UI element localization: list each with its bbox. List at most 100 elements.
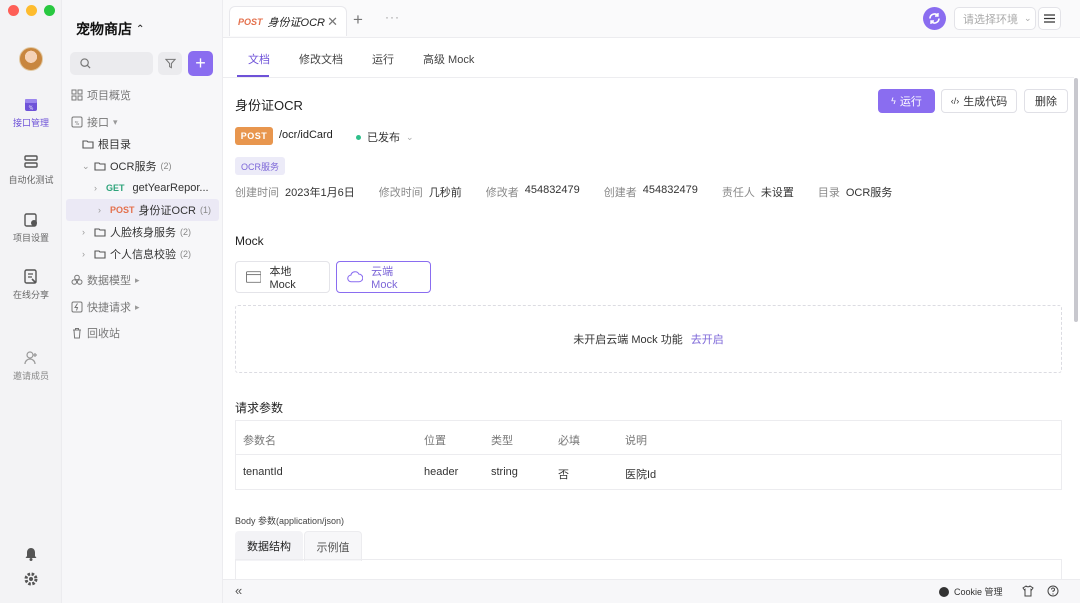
add-user-icon bbox=[24, 351, 37, 365]
tab-edit-docs[interactable]: 修改文档 bbox=[299, 51, 343, 67]
rail-item-automation[interactable]: 自动化测试 bbox=[0, 154, 62, 186]
settings-doc-icon bbox=[24, 213, 37, 227]
tree-item-id-card-ocr[interactable]: › POST 身份证OCR (1) bbox=[66, 199, 219, 221]
mock-section-title: Mock bbox=[235, 234, 264, 248]
bell-icon[interactable] bbox=[23, 546, 39, 562]
generate-code-button[interactable]: ‹/› 生成代码 bbox=[941, 89, 1017, 113]
maximize-window-button[interactable] bbox=[44, 5, 55, 16]
status-select[interactable]: 已发布 ⌄ bbox=[356, 129, 414, 145]
rail-item-label: 项目设置 bbox=[12, 233, 49, 243]
project-switcher[interactable]: 宠物商店 ⌃ bbox=[76, 19, 144, 39]
main-content: 文档 修改文档 运行 高级 Mock 身份证OCR ϟ 运行 ‹/› 生成代码 … bbox=[223, 38, 1074, 579]
tree-item-get-year-report[interactable]: › GET getYearRepor... bbox=[62, 177, 223, 199]
rail-item-label: 在线分享 bbox=[12, 290, 49, 300]
tab-run[interactable]: 运行 bbox=[372, 51, 394, 67]
close-window-button[interactable] bbox=[8, 5, 19, 16]
tree-item-label: 根目录 bbox=[98, 139, 131, 151]
cloud-mock-notice: 未开启云端 Mock 功能 去开启 bbox=[235, 305, 1062, 373]
cubes-icon bbox=[71, 274, 83, 285]
tree-item-count: (1) bbox=[199, 205, 211, 215]
meta-value[interactable]: 未设置 bbox=[761, 184, 794, 200]
tree-item-trash[interactable]: 回收站 bbox=[62, 322, 223, 344]
local-mock-button[interactable]: 本地 Mock bbox=[235, 261, 330, 293]
close-icon[interactable]: ✕ bbox=[327, 14, 338, 30]
tab-id-card-ocr[interactable]: POST 身份证OCR ✕ bbox=[229, 6, 347, 36]
chevron-down-icon: ⌄ bbox=[82, 160, 90, 171]
tree-item-label: 快捷请求 bbox=[87, 302, 131, 314]
meta-value: 2023年1月6日 bbox=[285, 187, 355, 199]
meta-row: 创建时间 2023年1月6日 修改时间 几秒前 修改者 454832479 创建者 45… bbox=[235, 184, 916, 200]
params-table: 参数名 位置 类型 必填 说明 tenantId header string 否… bbox=[235, 420, 1062, 490]
rail-item-invite-members[interactable]: 邀请成员 bbox=[0, 350, 62, 382]
avatar[interactable] bbox=[19, 47, 43, 71]
cookie-icon bbox=[939, 586, 949, 597]
tree-folder-personal-info[interactable]: › 个人信息校验 (2) bbox=[62, 243, 223, 265]
status-bar: « Cookie 管理 bbox=[223, 579, 1080, 603]
menu-button[interactable] bbox=[1038, 7, 1061, 30]
tab-example-value[interactable]: 示例值 bbox=[304, 531, 362, 561]
table-cell: header bbox=[424, 466, 459, 478]
help-icon[interactable] bbox=[1047, 585, 1059, 597]
active-tab-indicator bbox=[237, 75, 269, 77]
run-button[interactable]: ϟ 运行 bbox=[878, 89, 935, 113]
cookie-manager-button[interactable]: Cookie 管理 bbox=[939, 585, 1003, 598]
code-icon: ‹/› bbox=[950, 96, 960, 106]
method-label: POST bbox=[110, 205, 135, 215]
tree-item-count: (2) bbox=[180, 249, 191, 259]
api-icon: % bbox=[71, 116, 83, 128]
tree-folder-face-verify[interactable]: › 人脸核身服务 (2) bbox=[62, 221, 223, 243]
tree-item-quick-requests[interactable]: 快捷请求 ▸ bbox=[62, 296, 223, 318]
sync-button[interactable] bbox=[923, 7, 946, 30]
tab-data-structure[interactable]: 数据结构 bbox=[235, 531, 303, 561]
shirt-icon[interactable] bbox=[1022, 585, 1034, 597]
tree-item-label: 回收站 bbox=[87, 328, 120, 340]
add-button[interactable]: + bbox=[188, 51, 213, 76]
scrollbar[interactable] bbox=[1074, 78, 1078, 322]
chevron-right-icon: › bbox=[82, 227, 85, 237]
delete-button[interactable]: 删除 bbox=[1024, 89, 1068, 113]
grid-icon bbox=[71, 89, 83, 101]
folder-tag[interactable]: OCR服务 bbox=[235, 157, 285, 175]
tree-search-input[interactable] bbox=[70, 52, 153, 75]
project-title: 宠物商店 bbox=[76, 21, 132, 37]
refresh-icon bbox=[929, 13, 940, 24]
rail-item-project-settings[interactable]: 项目设置 bbox=[0, 212, 62, 244]
chevron-right-icon: › bbox=[82, 249, 85, 259]
tree-item-count: (2) bbox=[180, 227, 191, 237]
run-button-label: 运行 bbox=[899, 96, 922, 108]
tree-folder-ocr[interactable]: ⌄ OCR服务 (2) bbox=[62, 155, 223, 177]
caret-right-icon: ▸ bbox=[135, 274, 140, 285]
minimize-window-button[interactable] bbox=[26, 5, 37, 16]
tab-title: 身份证OCR bbox=[267, 16, 325, 29]
rail-item-label: 邀请成员 bbox=[12, 371, 49, 381]
caret-down-icon: ▾ bbox=[113, 116, 118, 127]
tab-advanced-mock[interactable]: 高级 Mock bbox=[423, 51, 474, 67]
tree-item-root[interactable]: 根目录 bbox=[62, 133, 223, 155]
new-tab-button[interactable]: + bbox=[353, 10, 363, 30]
tab-docs[interactable]: 文档 bbox=[248, 51, 270, 67]
rail-item-online-share[interactable]: 在线分享 bbox=[0, 269, 62, 301]
gear-icon[interactable] bbox=[23, 571, 39, 587]
tree-item-interfaces[interactable]: % 接口 ▾ bbox=[62, 111, 223, 133]
tree-item-data-models[interactable]: 数据模型 ▸ bbox=[62, 269, 223, 291]
tree-item-overview[interactable]: 项目概览 bbox=[62, 84, 223, 106]
tab-method-label: POST bbox=[238, 16, 263, 27]
environment-select[interactable]: 请选择环境 ⌄ bbox=[954, 7, 1036, 30]
page-title: 身份证OCR bbox=[235, 98, 303, 113]
caret-right-icon: ▸ bbox=[135, 301, 140, 312]
enable-cloud-mock-link[interactable]: 去开启 bbox=[691, 331, 724, 347]
table-header: 参数名 位置 类型 必填 说明 bbox=[236, 421, 1061, 455]
folder-icon bbox=[82, 140, 94, 149]
column-header: 说明 bbox=[625, 435, 647, 447]
more-tabs-button[interactable]: ··· bbox=[385, 10, 400, 24]
rail-item-api-management[interactable]: % 接口管理 bbox=[0, 97, 62, 129]
folder-icon bbox=[94, 250, 106, 259]
collapse-sidebar-button[interactable]: « bbox=[235, 583, 242, 598]
table-cell: 医院Id bbox=[625, 469, 657, 481]
column-header: 必填 bbox=[558, 435, 580, 447]
doc-subtabs: 文档 修改文档 运行 高级 Mock bbox=[223, 38, 1074, 78]
filter-button[interactable] bbox=[158, 52, 182, 75]
status-label: 已发布 bbox=[367, 132, 400, 144]
svg-text:%: % bbox=[29, 106, 34, 112]
cloud-mock-button[interactable]: 云端 Mock bbox=[336, 261, 431, 293]
